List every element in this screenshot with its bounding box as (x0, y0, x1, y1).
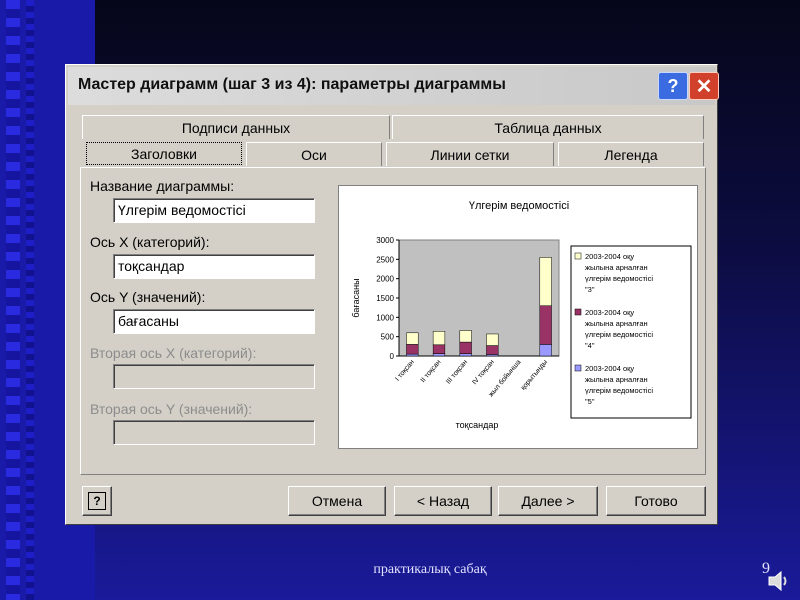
finish-button[interactable]: Готово (606, 486, 706, 516)
y-tick-label: 3000 (376, 236, 394, 245)
x-axis-label: Ось X (категорий): (90, 234, 210, 250)
bar-segment (406, 344, 419, 355)
speaker-icon[interactable] (766, 568, 792, 594)
x-tick-label: II тоқсан (420, 359, 443, 384)
slide-decor-strip-2 (26, 0, 34, 600)
tab-data-table[interactable]: Таблица данных (392, 115, 704, 139)
y-tick-label: 1000 (376, 313, 394, 322)
y2-axis-input (113, 420, 315, 445)
plot-area (398, 239, 560, 357)
bar-segment (432, 331, 446, 346)
y-axis-title: бағасаны (351, 278, 361, 317)
x-tick-label: I тоқсан (394, 359, 416, 383)
bar-segment (406, 332, 419, 345)
bar-segment (539, 257, 552, 306)
help-button[interactable]: ? (82, 486, 112, 516)
chart-title: Үлгерім ведомостісі (469, 200, 569, 212)
help-icon: ? (88, 492, 106, 510)
tab-legend[interactable]: Легенда (558, 142, 704, 166)
bar-segment (486, 333, 499, 346)
y2-axis-label: Вторая ось Y (значений): (90, 401, 253, 417)
tab-data-labels[interactable]: Подписи данных (82, 115, 390, 139)
slide-footer: практикалық сабақ (373, 562, 487, 577)
chart-wizard-dialog: Мастер диаграмм (шаг 3 из 4): параметры … (65, 64, 719, 525)
chart-title-input[interactable]: Үлгерім ведомостісі (113, 198, 315, 223)
bar-segment (406, 353, 419, 357)
bar-segment (539, 344, 552, 357)
close-icon: ✕ (695, 75, 713, 98)
tab-axes[interactable]: Оси (246, 142, 382, 166)
chart-title-label: Название диаграммы: (90, 178, 235, 194)
y-tick-label: 2500 (376, 255, 394, 264)
x2-axis-input (113, 364, 315, 389)
dialog-titlebar[interactable]: Мастер диаграмм (шаг 3 из 4): параметры … (68, 67, 719, 105)
legend-swatch (574, 308, 582, 316)
y-tick-label: 0 (390, 352, 395, 361)
bar-segment (459, 330, 472, 343)
cancel-button[interactable]: Отмена (288, 486, 386, 516)
next-button[interactable]: Далее > (498, 486, 598, 516)
back-button[interactable]: < Назад (394, 486, 492, 516)
x-tick-label: қорытынды (520, 359, 549, 392)
x2-axis-label: Вторая ось X (категорий): (90, 345, 257, 361)
tab-gridlines[interactable]: Линии сетки (386, 142, 554, 166)
tab-titles[interactable]: Заголовки (86, 142, 242, 165)
slide-decor-strip (6, 0, 20, 600)
chart-svg: Үлгерім ведомостісі 0 500 1000 1500 2000 2500 3… (351, 200, 692, 430)
x-tick-label: III тоқсан (445, 359, 469, 386)
y-tick-label: 500 (381, 333, 395, 342)
y-axis-label: Ось Y (значений): (90, 289, 206, 305)
bar-segment (539, 305, 552, 345)
bar-segment (432, 353, 446, 357)
y-tick-label: 2000 (376, 275, 394, 284)
bar-segment (486, 345, 499, 355)
legend-swatch (574, 364, 582, 372)
y-axis-input[interactable]: бағасаны (113, 309, 315, 334)
x-axis-title: тоқсандар (456, 420, 499, 430)
y-tick-label: 1500 (376, 294, 394, 303)
legend-swatch (574, 252, 582, 260)
help-icon: ? (667, 75, 679, 96)
dialog-title: Мастер диаграмм (шаг 3 из 4): параметры … (78, 76, 506, 93)
bar-segment (459, 353, 472, 357)
titlebar-close-button[interactable]: ✕ (689, 72, 719, 100)
bar-segment (459, 341, 472, 354)
x-tick-label: IV тоқсан (471, 359, 496, 387)
chart-preview: Үлгерім ведомостісі 0 500 1000 1500 2000 2500 3… (338, 185, 698, 449)
bar-segment (432, 344, 446, 354)
titlebar-help-button[interactable]: ? (658, 72, 688, 100)
x-axis-input[interactable]: тоқсандар (113, 254, 315, 279)
